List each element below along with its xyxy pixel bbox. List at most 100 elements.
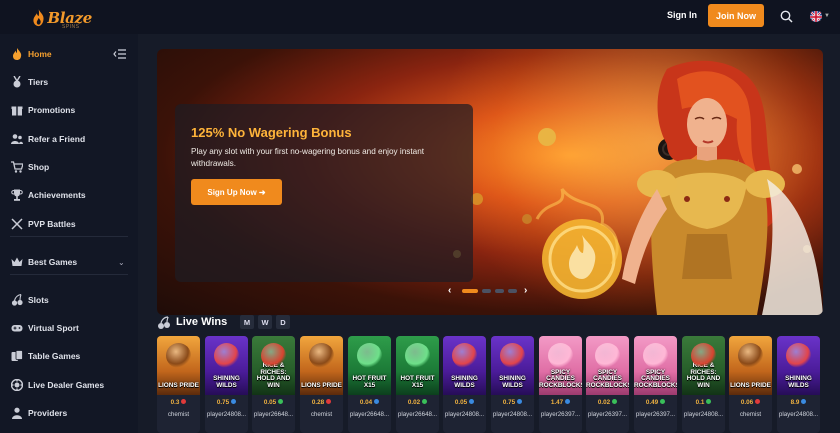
game-art <box>452 343 477 368</box>
chevron-down-icon[interactable]: ▼ <box>824 13 830 19</box>
sign-up-now-button[interactable]: Sign Up Now ➜ <box>191 179 282 205</box>
sidebar-item-shop[interactable]: Shop <box>0 155 138 179</box>
sidebar-item-label: Best Games <box>28 257 78 267</box>
currency-coin-icon <box>565 399 571 404</box>
live-win-card[interactable]: LIONS PRIDE 0.06 chemist <box>729 336 772 433</box>
live-win-card[interactable]: SHINING WILDS 8.9 player24808... <box>777 336 820 433</box>
live-wins-title: Live Wins <box>176 316 228 328</box>
search-button[interactable] <box>776 6 796 26</box>
live-win-card[interactable]: HOT FRUIT X15 0.02 player26648... <box>396 336 439 433</box>
filter-month-button[interactable]: M <box>240 315 254 329</box>
game-art <box>786 343 811 368</box>
live-win-card[interactable]: SPICY CANDIES ROCKBLOCKS 0.02 player26397.… <box>586 336 629 433</box>
game-art <box>309 343 334 368</box>
game-thumbnail: LIONS PRIDE <box>729 336 772 395</box>
player-name: chemist <box>167 411 190 418</box>
sidebar-item-virtual-sport[interactable]: Virtual Sport <box>0 316 138 340</box>
win-amount: 0.06 <box>729 399 772 406</box>
crown-icon <box>11 256 23 268</box>
game-thumbnail: SPICY CANDIES ROCKBLOCKS <box>586 336 629 395</box>
live-win-card[interactable]: SPICY CANDIES ROCKBLOCKS 1.47 player26397.… <box>539 336 582 433</box>
sidebar-item-live-dealer-games[interactable]: Live Dealer Games <box>0 373 138 397</box>
live-win-card[interactable]: HOT FRUIT X15 0.04 player26648... <box>348 336 391 433</box>
sidebar-item-achievements[interactable]: Achievements <box>0 183 138 207</box>
sidebar-item-label: Slots <box>28 295 49 305</box>
game-title: SHINING WILDS <box>785 375 812 389</box>
sidebar-item-label: PVP Battles <box>28 219 76 229</box>
game-title: SHINING WILDS <box>451 375 478 389</box>
player-name: player24808... <box>206 411 247 418</box>
sidebar-item-table-games[interactable]: Table Games <box>0 344 138 368</box>
sidebar-divider <box>10 274 128 275</box>
search-icon <box>780 10 793 23</box>
sidebar-item-label: Refer a Friend <box>28 134 86 144</box>
win-amount-value: 0.28 <box>311 399 325 406</box>
carousel-dot-1[interactable] <box>462 289 478 293</box>
game-title: SPICY CANDIES ROCKBLOCKS <box>634 368 677 389</box>
gift-icon <box>11 104 23 116</box>
game-thumbnail: RICE & RICHES: HOLD AND WIN <box>682 336 725 395</box>
filter-day-button[interactable]: D <box>276 315 290 329</box>
currency-coin-icon <box>231 399 237 404</box>
player-name: player24808... <box>778 411 819 418</box>
sidebar-item-providers[interactable]: Providers <box>0 401 138 425</box>
sidebar-item-slots[interactable]: Slots <box>0 288 138 312</box>
game-art <box>643 343 668 368</box>
live-win-card[interactable]: SPICY CANDIES ROCKBLOCKS 0.49 player26397.… <box>634 336 677 433</box>
game-title: SHINING WILDS <box>213 375 240 389</box>
currency-coin-icon <box>374 399 380 404</box>
live-win-card[interactable]: LIONS PRIDE 0.3 chemist <box>157 336 200 433</box>
currency-coin-icon <box>422 399 428 404</box>
game-title: LIONS PRIDE <box>158 381 199 389</box>
win-amount: 0.05 <box>443 399 486 406</box>
carousel-dot-4[interactable] <box>508 289 517 293</box>
filter-week-button[interactable]: W <box>258 315 272 329</box>
game-thumbnail: SPICY CANDIES ROCKBLOCKS <box>539 336 582 395</box>
live-win-card[interactable]: LIONS PRIDE 0.28 chemist <box>300 336 343 433</box>
win-amount: 0.02 <box>396 399 439 406</box>
flame-icon <box>33 9 44 27</box>
live-win-card[interactable]: SHINING WILDS 0.75 player24808... <box>205 336 248 433</box>
win-amount-value: 0.49 <box>645 399 659 406</box>
win-amount-value: 1.47 <box>550 399 564 406</box>
sidebar-item-refer-a-friend[interactable]: Refer a Friend <box>0 127 138 151</box>
live-win-card[interactable]: RICE & RICHES: HOLD AND WIN 0.05 player266… <box>252 336 295 433</box>
win-amount-value: 0.04 <box>359 399 373 406</box>
player-name: player26648... <box>253 411 294 418</box>
sidebar-item-label: Tiers <box>28 77 49 87</box>
player-name: player24808... <box>444 411 485 418</box>
sidebar-item-pvp-battles[interactable]: PVP Battles <box>0 212 138 236</box>
chevron-left-icon[interactable]: ‹ <box>448 285 451 296</box>
brand-logo[interactable]: Blaze SPINS <box>32 5 92 31</box>
chip-icon <box>11 379 23 391</box>
win-amount: 0.49 <box>634 399 677 406</box>
live-win-card[interactable]: SHINING WILDS 0.75 player24808... <box>491 336 534 433</box>
win-amount-value: 0.75 <box>216 399 230 406</box>
promo-banner[interactable]: 125% No Wagering Bonus Play any slot wit… <box>157 49 823 315</box>
sidebar-item-label: Home <box>28 49 52 59</box>
sidebar-item-tiers[interactable]: Tiers <box>0 70 138 94</box>
sidebar-item-label: Achievements <box>28 190 86 200</box>
currency-coin-icon <box>706 399 712 404</box>
uk-flag-icon[interactable] <box>810 10 822 22</box>
chevron-down-icon[interactable]: ⌄ <box>118 258 125 267</box>
live-win-card[interactable]: RICE & RICHES: HOLD AND WIN 0.1 player2480… <box>682 336 725 433</box>
carousel-dot-3[interactable] <box>495 289 504 293</box>
join-now-button[interactable]: Join Now <box>708 4 764 27</box>
chevron-right-icon[interactable]: › <box>524 285 527 296</box>
person-icon <box>11 407 23 419</box>
game-art <box>405 343 430 368</box>
win-amount: 0.75 <box>205 399 248 406</box>
sidebar-item-promotions[interactable]: Promotions <box>0 98 138 122</box>
game-art <box>548 343 573 368</box>
win-amount-value: 0.06 <box>740 399 754 406</box>
game-title: SHINING WILDS <box>499 375 526 389</box>
sidebar-item-best-games[interactable]: Best Games ⌄ <box>0 250 138 274</box>
player-name: player26648... <box>349 411 390 418</box>
win-amount: 0.3 <box>157 399 200 406</box>
sidebar-item-home[interactable]: Home <box>0 42 138 66</box>
carousel-dot-2[interactable] <box>482 289 491 293</box>
currency-coin-icon <box>801 399 807 404</box>
live-win-card[interactable]: SHINING WILDS 0.05 player24808... <box>443 336 486 433</box>
sign-in-link[interactable]: Sign In <box>667 10 697 20</box>
